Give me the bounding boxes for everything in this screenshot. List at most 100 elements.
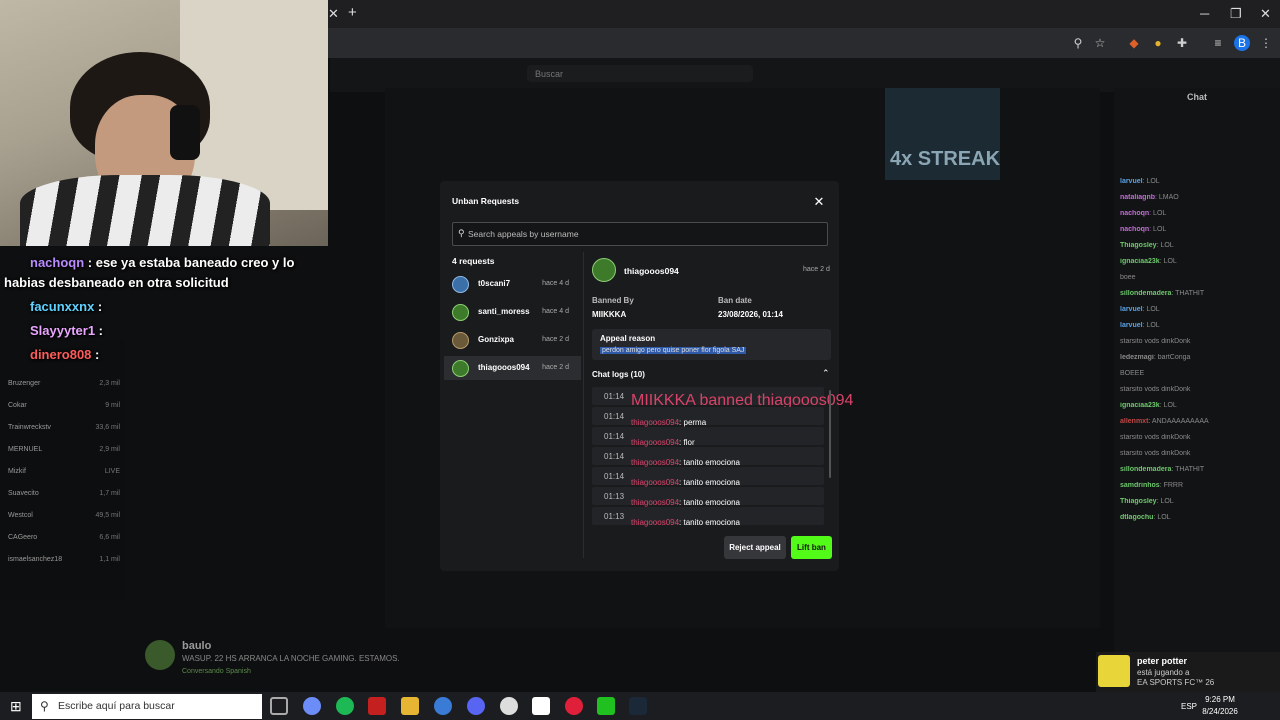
chat-username[interactable]: nataliagnb — [1120, 194, 1155, 201]
log-user[interactable]: thiagooos094 — [631, 518, 679, 527]
chat-username[interactable]: Thiagosley — [1120, 498, 1157, 505]
extensions-puzzle-icon[interactable]: ✚ — [1174, 35, 1190, 51]
chat-message: starsito vods dinkDonk — [1120, 450, 1275, 457]
chat-username[interactable]: sillondemadera — [1120, 290, 1171, 297]
chat-username[interactable]: Thiagosley — [1120, 242, 1157, 249]
overlay-chat-message: Slayyyter1 : — [30, 321, 103, 341]
notification-name: peter potter — [1137, 656, 1188, 666]
request-username: santi_moress — [478, 307, 530, 316]
request-item-selected[interactable]: thiagooos094 hace 2 d — [444, 356, 581, 380]
windows-start-icon[interactable]: ⊞ — [10, 699, 24, 713]
chat-message: larvuel: LOL — [1120, 178, 1275, 185]
chat-username[interactable]: samdrinhos — [1120, 482, 1160, 489]
chat-message: boee — [1120, 274, 1275, 281]
app-icon-white[interactable] — [532, 697, 550, 715]
recommended-channel[interactable]: Suavecito 1,7 mil — [8, 490, 120, 497]
window-close-icon[interactable]: ✕ — [1260, 6, 1271, 22]
banned-by-label: Banned By — [592, 296, 634, 305]
log-user[interactable]: thiagooos094 — [631, 458, 679, 467]
chat-text: : ANDAAAAAAAAA — [1148, 418, 1209, 425]
recommended-channel[interactable]: Cokar 9 mil — [8, 402, 120, 409]
recommended-channel[interactable]: Bruzenger 2,3 mil — [8, 380, 120, 387]
log-user[interactable]: thiagooos094 — [631, 418, 679, 427]
request-username: t0scani7 — [478, 279, 511, 288]
app-icon-red[interactable] — [368, 697, 386, 715]
chat-text: : LOL — [1156, 498, 1174, 505]
chat-username[interactable]: ignaciaa23k — [1120, 258, 1160, 265]
spotify-icon[interactable] — [336, 697, 354, 715]
request-time: hace 4 d — [542, 308, 569, 315]
log-entry: 01:13 thiagooos094: tanito emociona — [592, 487, 824, 507]
avatar — [452, 276, 469, 293]
taskbar-search[interactable]: Escribe aquí para buscar — [32, 694, 262, 719]
chat-username[interactable]: larvuel — [1120, 322, 1143, 329]
recommended-channel[interactable]: MERNUEL 2,9 mil — [8, 446, 120, 453]
recommended-channel[interactable]: Westcol 49,5 mil — [8, 512, 120, 519]
chat-username[interactable]: allenmxt — [1120, 418, 1148, 425]
new-tab-icon[interactable]: + — [348, 4, 357, 21]
chat-username[interactable]: dtlagochu — [1120, 514, 1153, 521]
request-item[interactable]: Gonzixpa hace 2 d — [444, 328, 581, 352]
copilot-icon[interactable] — [303, 697, 321, 715]
zoom-icon[interactable]: ⚲ — [1070, 35, 1086, 51]
kick-search-input[interactable] — [527, 65, 753, 82]
extension-icon[interactable]: ◆ — [1126, 35, 1142, 51]
opera-icon[interactable] — [565, 697, 583, 715]
appeal-search-input[interactable] — [468, 224, 818, 244]
discord-icon[interactable] — [467, 697, 485, 715]
chat-username[interactable]: larvuel — [1120, 178, 1143, 185]
search-icon: ⚲ — [458, 228, 465, 238]
browser-menu-icon[interactable]: ⋮ — [1258, 35, 1274, 51]
logs-scrollbar[interactable] — [829, 390, 831, 478]
profile-avatar-icon[interactable]: B — [1234, 35, 1250, 51]
log-user[interactable]: thiagooos094 — [631, 498, 679, 507]
minimize-icon[interactable]: ─ — [1200, 6, 1209, 21]
chat-logs-label: Chat logs (10) — [592, 370, 645, 379]
chat-text: starsito vods dinkDonk — [1120, 338, 1191, 345]
obs-icon[interactable] — [500, 697, 518, 715]
chrome-icon[interactable] — [434, 697, 452, 715]
recommended-channel[interactable]: Mizkif LIVE — [8, 468, 120, 475]
notification-line2: está jugando a — [1137, 668, 1190, 677]
request-item[interactable]: t0scani7 hace 4 d — [444, 272, 581, 296]
extension-icon-2[interactable]: ● — [1150, 35, 1166, 51]
chat-username[interactable]: sillondemadera — [1120, 466, 1171, 473]
log-user[interactable]: thiagooos094 — [631, 438, 679, 447]
chat-username[interactable]: ignaciaa23k — [1120, 402, 1160, 409]
streamer-avatar[interactable] — [145, 640, 175, 670]
chat-text: : LOL — [1142, 322, 1160, 329]
tab-close-icon[interactable]: ✕ — [328, 6, 339, 22]
recommended-channel[interactable]: CAGeero 6,6 mil — [8, 534, 120, 541]
file-explorer-icon[interactable] — [401, 697, 419, 715]
kick-app-icon[interactable] — [597, 697, 615, 715]
chat-username[interactable]: nachoqn — [1120, 210, 1149, 217]
bookmark-star-icon[interactable]: ☆ — [1092, 35, 1108, 51]
recommended-channel[interactable]: ismaelsanchez18 1,1 mil — [8, 556, 120, 563]
lift-ban-button[interactable]: Lift ban — [791, 536, 832, 559]
appeal-reason-text[interactable]: perdon amigo pero quise poner flor figol… — [600, 347, 747, 354]
request-time: hace 2 d — [542, 336, 569, 343]
log-entry: 01:14 thiagooos094: tanito emociona — [592, 447, 824, 467]
chevron-up-icon[interactable]: ⌃ — [822, 368, 830, 379]
reject-appeal-button[interactable]: Reject appeal — [724, 536, 786, 559]
request-item[interactable]: santi_moress hace 4 d — [444, 300, 581, 324]
chat-username[interactable]: larvuel — [1120, 306, 1143, 313]
chat-message: allenmxt: ANDAAAAAAAAA — [1120, 418, 1275, 425]
recommended-channel[interactable]: Trainwreckstv 33,6 mil — [8, 424, 120, 431]
taskbar-time[interactable]: 9:26 PM — [1195, 695, 1245, 704]
media-icon[interactable]: ≡ — [1210, 35, 1226, 51]
task-view-icon[interactable] — [270, 697, 288, 715]
headphones — [170, 105, 200, 160]
streamer-name[interactable]: baulo — [182, 640, 211, 652]
overlay-chat-message: dinero808 : — [30, 345, 99, 365]
log-user[interactable]: thiagooos094 — [631, 478, 679, 487]
chat-text: BOEEE — [1120, 370, 1145, 377]
close-icon[interactable]: ✕ — [813, 194, 825, 210]
steam-icon[interactable] — [629, 697, 647, 715]
log-time: 01:14 — [604, 412, 625, 421]
maximize-icon[interactable]: ❐ — [1230, 6, 1242, 22]
chat-username[interactable]: nachoqn — [1120, 226, 1149, 233]
taskbar-search-icon: ⚲ — [40, 699, 49, 713]
taskbar-date[interactable]: 8/24/2026 — [1195, 707, 1245, 716]
chat-username[interactable]: ledezmagi — [1120, 354, 1154, 361]
